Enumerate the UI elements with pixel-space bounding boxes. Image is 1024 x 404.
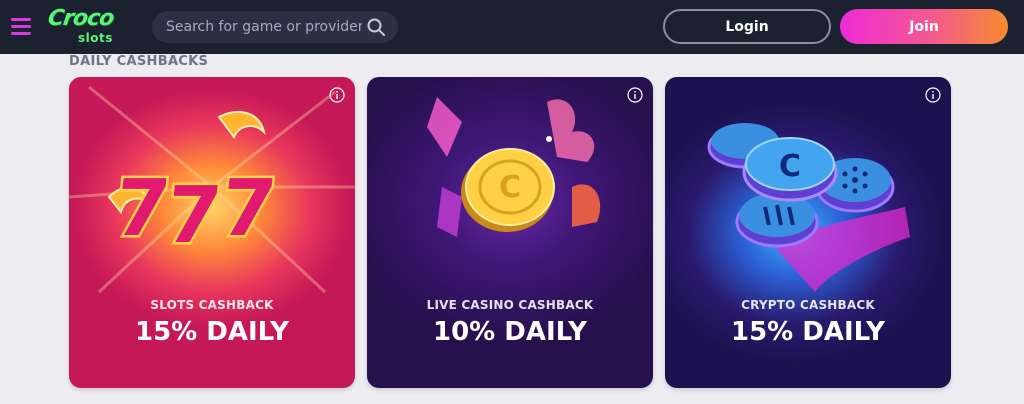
search-input[interactable] — [152, 11, 362, 43]
info-icon[interactable] — [627, 87, 643, 103]
login-button[interactable]: Login — [663, 9, 831, 44]
section-title: DAILY CASHBACKS — [69, 54, 209, 69]
info-icon[interactable] — [925, 87, 941, 103]
logo[interactable]: Croco slots — [46, 6, 140, 48]
svg-text:7: 7 — [162, 170, 226, 261]
card-label: SLOTS CASHBACK — [150, 298, 274, 312]
svg-text:C: C — [499, 170, 521, 205]
card-value: 10% DAILY — [432, 317, 587, 347]
top-bar: Croco slots Login Join — [0, 0, 1024, 54]
card-label: CRYPTO CASHBACK — [741, 298, 875, 312]
hamburger-icon[interactable] — [11, 17, 31, 35]
crypto-cashback-card[interactable]: C CRYPTO CASHBACK 15% DAILY — [665, 77, 951, 388]
search-icon[interactable] — [366, 17, 386, 37]
live-casino-cashback-card[interactable]: C LIVE CASINO CASHBACK 10% DAILY — [367, 77, 653, 388]
gold-coin-illustration: C — [427, 97, 601, 237]
crypto-coins-illustration: C — [707, 123, 910, 292]
slots-777-illustration: 7 7 7 — [69, 85, 355, 294]
logo-text: Croco — [46, 6, 116, 31]
svg-text:7: 7 — [216, 163, 280, 254]
card-value: 15% DAILY — [134, 317, 289, 347]
search-bar — [152, 11, 398, 43]
join-button[interactable]: Join — [840, 9, 1008, 44]
logo-subtext: slots — [78, 31, 113, 45]
info-icon[interactable] — [329, 87, 345, 103]
slots-cashback-card[interactable]: 7 7 7 SLOTS CASHBACK 15% DAILY — [69, 77, 355, 388]
card-value: 15% DAILY — [730, 317, 885, 347]
svg-text:C: C — [779, 149, 801, 184]
card-label: LIVE CASINO CASHBACK — [426, 298, 594, 312]
